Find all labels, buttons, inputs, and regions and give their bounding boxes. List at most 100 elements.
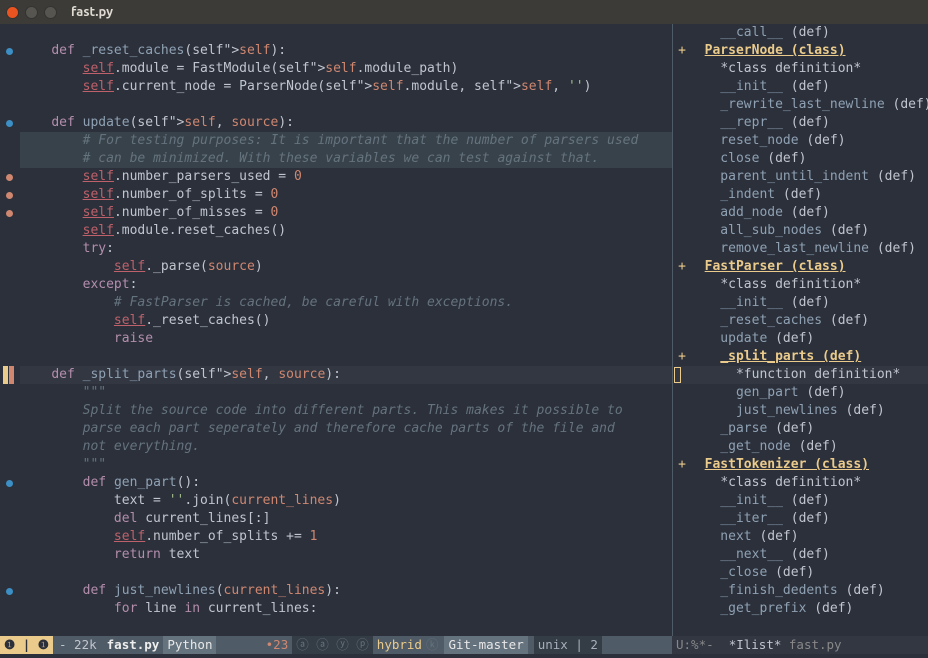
gutter-mark	[0, 546, 18, 564]
code-line[interactable]	[20, 348, 672, 366]
code-line[interactable]: def just_newlines(current_lines):	[20, 582, 672, 600]
modeline-enc: unix | 2	[534, 636, 602, 654]
gutter-mark	[0, 600, 18, 618]
outline-item[interactable]: close (def)	[675, 150, 928, 168]
code-editor[interactable]: def _reset_caches(self">self): self.modu…	[18, 24, 672, 636]
window-title: fast.py	[71, 3, 113, 21]
outline-item[interactable]: __repr__ (def)	[675, 114, 928, 132]
outline-item[interactable]: + _split_parts (def)	[675, 348, 928, 366]
code-line[interactable]: def _split_parts(self">self, source):	[20, 366, 672, 384]
code-line[interactable]: self.number_of_misses = 0	[20, 204, 672, 222]
code-line[interactable]: self.number_parsers_used = 0	[20, 168, 672, 186]
gutter-mark	[0, 186, 18, 204]
outline-item[interactable]: _parse (def)	[675, 420, 928, 438]
outline-item[interactable]: __init__ (def)	[675, 492, 928, 510]
code-line[interactable]: self._parse(source)	[20, 258, 672, 276]
outline-item[interactable]: reset_node (def)	[675, 132, 928, 150]
modeline: ❶ | ❶ - 22k fast.py Python •1 •23 •46 ⓐ …	[0, 636, 928, 654]
code-line[interactable]: except:	[20, 276, 672, 294]
gutter-mark	[0, 582, 18, 600]
outline-item[interactable]: remove_last_newline (def)	[675, 240, 928, 258]
code-line[interactable]: self.number_of_splits = 0	[20, 186, 672, 204]
outline-item[interactable]: _rewrite_last_newline (def)	[675, 96, 928, 114]
gutter-mark	[0, 204, 18, 222]
outline-item[interactable]: *class definition*	[675, 60, 928, 78]
outline-item[interactable]: next (def)	[675, 528, 928, 546]
code-line[interactable]: def gen_part():	[20, 474, 672, 492]
code-line[interactable]: not everything.	[20, 438, 672, 456]
gutter-mark	[0, 474, 18, 492]
gutter-mark	[0, 402, 18, 420]
code-line[interactable]	[20, 96, 672, 114]
code-line[interactable]: return text	[20, 546, 672, 564]
outline-sidebar[interactable]: __call__ (def)+ ParserNode (class) *clas…	[672, 24, 928, 636]
code-line[interactable]	[20, 24, 672, 42]
outline-item[interactable]: + ParserNode (class)	[675, 42, 928, 60]
outline-item[interactable]: _close (def)	[675, 564, 928, 582]
maximize-icon[interactable]	[44, 6, 57, 19]
modeline-right-buffer: *Ilist*	[729, 636, 782, 654]
outline-item[interactable]: __init__ (def)	[675, 294, 928, 312]
code-line[interactable]: self.current_node = ParserNode(self">sel…	[20, 78, 672, 96]
outline-item[interactable]: __call__ (def)	[675, 24, 928, 42]
gutter-mark	[0, 78, 18, 96]
modeline-k: ⓚ	[426, 636, 439, 654]
code-line[interactable]: del current_lines[:]	[20, 510, 672, 528]
outline-item[interactable]: *class definition*	[675, 276, 928, 294]
outline-item[interactable]: add_node (def)	[675, 204, 928, 222]
close-icon[interactable]	[6, 6, 19, 19]
code-line[interactable]: # FastParser is cached, be careful with …	[20, 294, 672, 312]
code-line[interactable]: self._reset_caches()	[20, 312, 672, 330]
outline-item[interactable]: __iter__ (def)	[675, 510, 928, 528]
outline-item[interactable]: gen_part (def)	[675, 384, 928, 402]
gutter-mark	[0, 294, 18, 312]
gutter-mark	[0, 564, 18, 582]
code-line[interactable]: self.module.reset_caches()	[20, 222, 672, 240]
outline-item[interactable]: update (def)	[675, 330, 928, 348]
code-line[interactable]: def update(self">self, source):	[20, 114, 672, 132]
modeline-left: ❶ | ❶ - 22k fast.py Python •1 •23 •46 ⓐ …	[0, 636, 672, 654]
gutter-mark	[0, 384, 18, 402]
outline-item[interactable]: _finish_dedents (def)	[675, 582, 928, 600]
gutter-mark	[0, 438, 18, 456]
outline-item[interactable]: __init__ (def)	[675, 78, 928, 96]
outline-item[interactable]: *function definition*	[675, 366, 928, 384]
code-line[interactable]: text = ''.join(current_lines)	[20, 492, 672, 510]
gutter-mark	[0, 150, 18, 168]
outline-item[interactable]: all_sub_nodes (def)	[675, 222, 928, 240]
code-line[interactable]: self.module = FastModule(self">self.modu…	[20, 60, 672, 78]
gutter-mark	[0, 24, 18, 42]
code-line[interactable]: # can be minimized. With these variables…	[20, 150, 672, 168]
code-line[interactable]: for line in current_lines:	[20, 600, 672, 618]
code-line[interactable]: try:	[20, 240, 672, 258]
modeline-indicator: ❶ | ❶	[0, 636, 53, 654]
minimize-icon[interactable]	[25, 6, 38, 19]
gutter	[0, 24, 18, 636]
window-titlebar: fast.py	[0, 0, 928, 24]
gutter-mark	[0, 366, 18, 384]
code-line[interactable]: # For testing purposes: It is important …	[20, 132, 672, 150]
outline-item[interactable]: _indent (def)	[675, 186, 928, 204]
code-line[interactable]: def _reset_caches(self">self):	[20, 42, 672, 60]
gutter-mark	[0, 132, 18, 150]
outline-item[interactable]: *class definition*	[675, 474, 928, 492]
gutter-mark	[0, 96, 18, 114]
outline-item[interactable]: just_newlines (def)	[675, 402, 928, 420]
code-line[interactable]: raise	[20, 330, 672, 348]
code-line[interactable]: parse each part seperately and therefore…	[20, 420, 672, 438]
gutter-mark	[0, 222, 18, 240]
outline-item[interactable]: __next__ (def)	[675, 546, 928, 564]
code-line[interactable]: Split the source code into different par…	[20, 402, 672, 420]
modeline-right-file: fast.py	[781, 636, 841, 654]
gutter-mark	[0, 330, 18, 348]
outline-item[interactable]: + FastParser (class)	[675, 258, 928, 276]
code-line[interactable]: """	[20, 456, 672, 474]
outline-item[interactable]: + FastTokenizer (class)	[675, 456, 928, 474]
code-line[interactable]: self.number_of_splits += 1	[20, 528, 672, 546]
code-line[interactable]	[20, 564, 672, 582]
outline-item[interactable]: _get_node (def)	[675, 438, 928, 456]
outline-item[interactable]: _reset_caches (def)	[675, 312, 928, 330]
code-line[interactable]: """	[20, 384, 672, 402]
outline-item[interactable]: _get_prefix (def)	[675, 600, 928, 618]
outline-item[interactable]: parent_until_indent (def)	[675, 168, 928, 186]
